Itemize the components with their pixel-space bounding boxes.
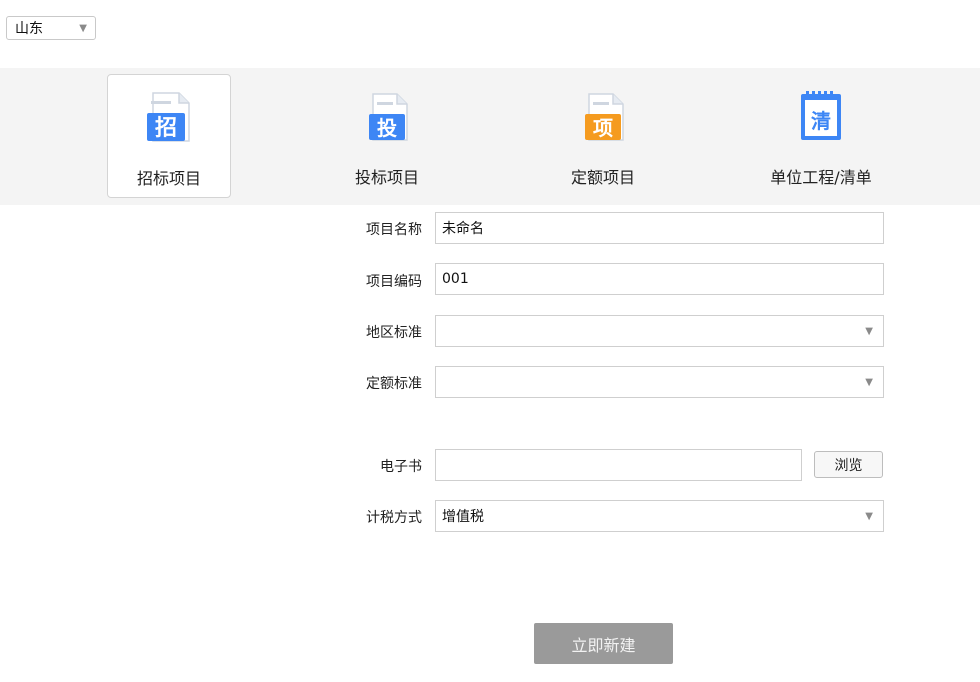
chevron-down-icon: ▼ <box>865 376 873 388</box>
svg-text:项: 项 <box>593 116 613 140</box>
region-standard-label: 地区标准 <box>366 325 422 341</box>
ebook-label: 电子书 <box>380 459 422 475</box>
xiang-doc-icon: 项 <box>585 93 624 141</box>
project-type-tender[interactable]: 投 投标项目 <box>325 74 449 198</box>
tax-method-label: 计税方式 <box>366 510 422 526</box>
project-name-input[interactable]: 未命名 <box>435 212 884 244</box>
project-type-bidding[interactable]: 招 招标项目 <box>107 74 231 198</box>
project-type-bidding-label: 招标项目 <box>136 169 201 188</box>
zhao-doc-icon: 招 <box>147 92 190 142</box>
project-code-label: 项目编码 <box>366 274 422 290</box>
create-now-button[interactable]: 立即新建 <box>534 623 673 664</box>
tax-method-select[interactable]: 增值税 ▼ <box>435 500 884 532</box>
project-type-unit-list[interactable]: 清 单位工程/清单 <box>759 74 883 198</box>
region-select-value: 山东 <box>15 21 43 37</box>
svg-text:清: 清 <box>811 109 831 133</box>
svg-text:招: 招 <box>155 116 177 141</box>
qing-notepad-icon: 清 <box>801 91 841 140</box>
project-type-tender-label: 投标项目 <box>354 168 419 187</box>
project-type-quota[interactable]: 项 定额项目 <box>541 74 665 198</box>
project-code-value: 001 <box>442 271 469 287</box>
chevron-down-icon: ▼ <box>865 510 873 522</box>
project-code-input[interactable]: 001 <box>435 263 884 295</box>
svg-text:投: 投 <box>377 116 397 140</box>
project-name-value: 未命名 <box>442 221 484 237</box>
chevron-down-icon: ▼ <box>865 325 873 337</box>
project-type-unit-list-label: 单位工程/清单 <box>770 168 872 187</box>
region-standard-select[interactable]: ▼ <box>435 315 884 347</box>
project-type-bar: 招 招标项目 投 投标项目 项 定额项目 清 单位工程/清单 <box>0 68 980 205</box>
project-name-label: 项目名称 <box>366 222 422 238</box>
chevron-down-icon: ▼ <box>79 22 87 34</box>
region-select[interactable]: 山东 ▼ <box>6 16 96 40</box>
project-type-quota-label: 定额项目 <box>570 168 635 187</box>
tax-method-value: 增值税 <box>442 509 484 525</box>
ebook-input[interactable] <box>435 449 802 481</box>
tou-doc-icon: 投 <box>369 93 408 141</box>
quota-standard-select[interactable]: ▼ <box>435 366 884 398</box>
quota-standard-label: 定额标准 <box>366 376 422 392</box>
browse-button[interactable]: 浏览 <box>814 451 883 478</box>
